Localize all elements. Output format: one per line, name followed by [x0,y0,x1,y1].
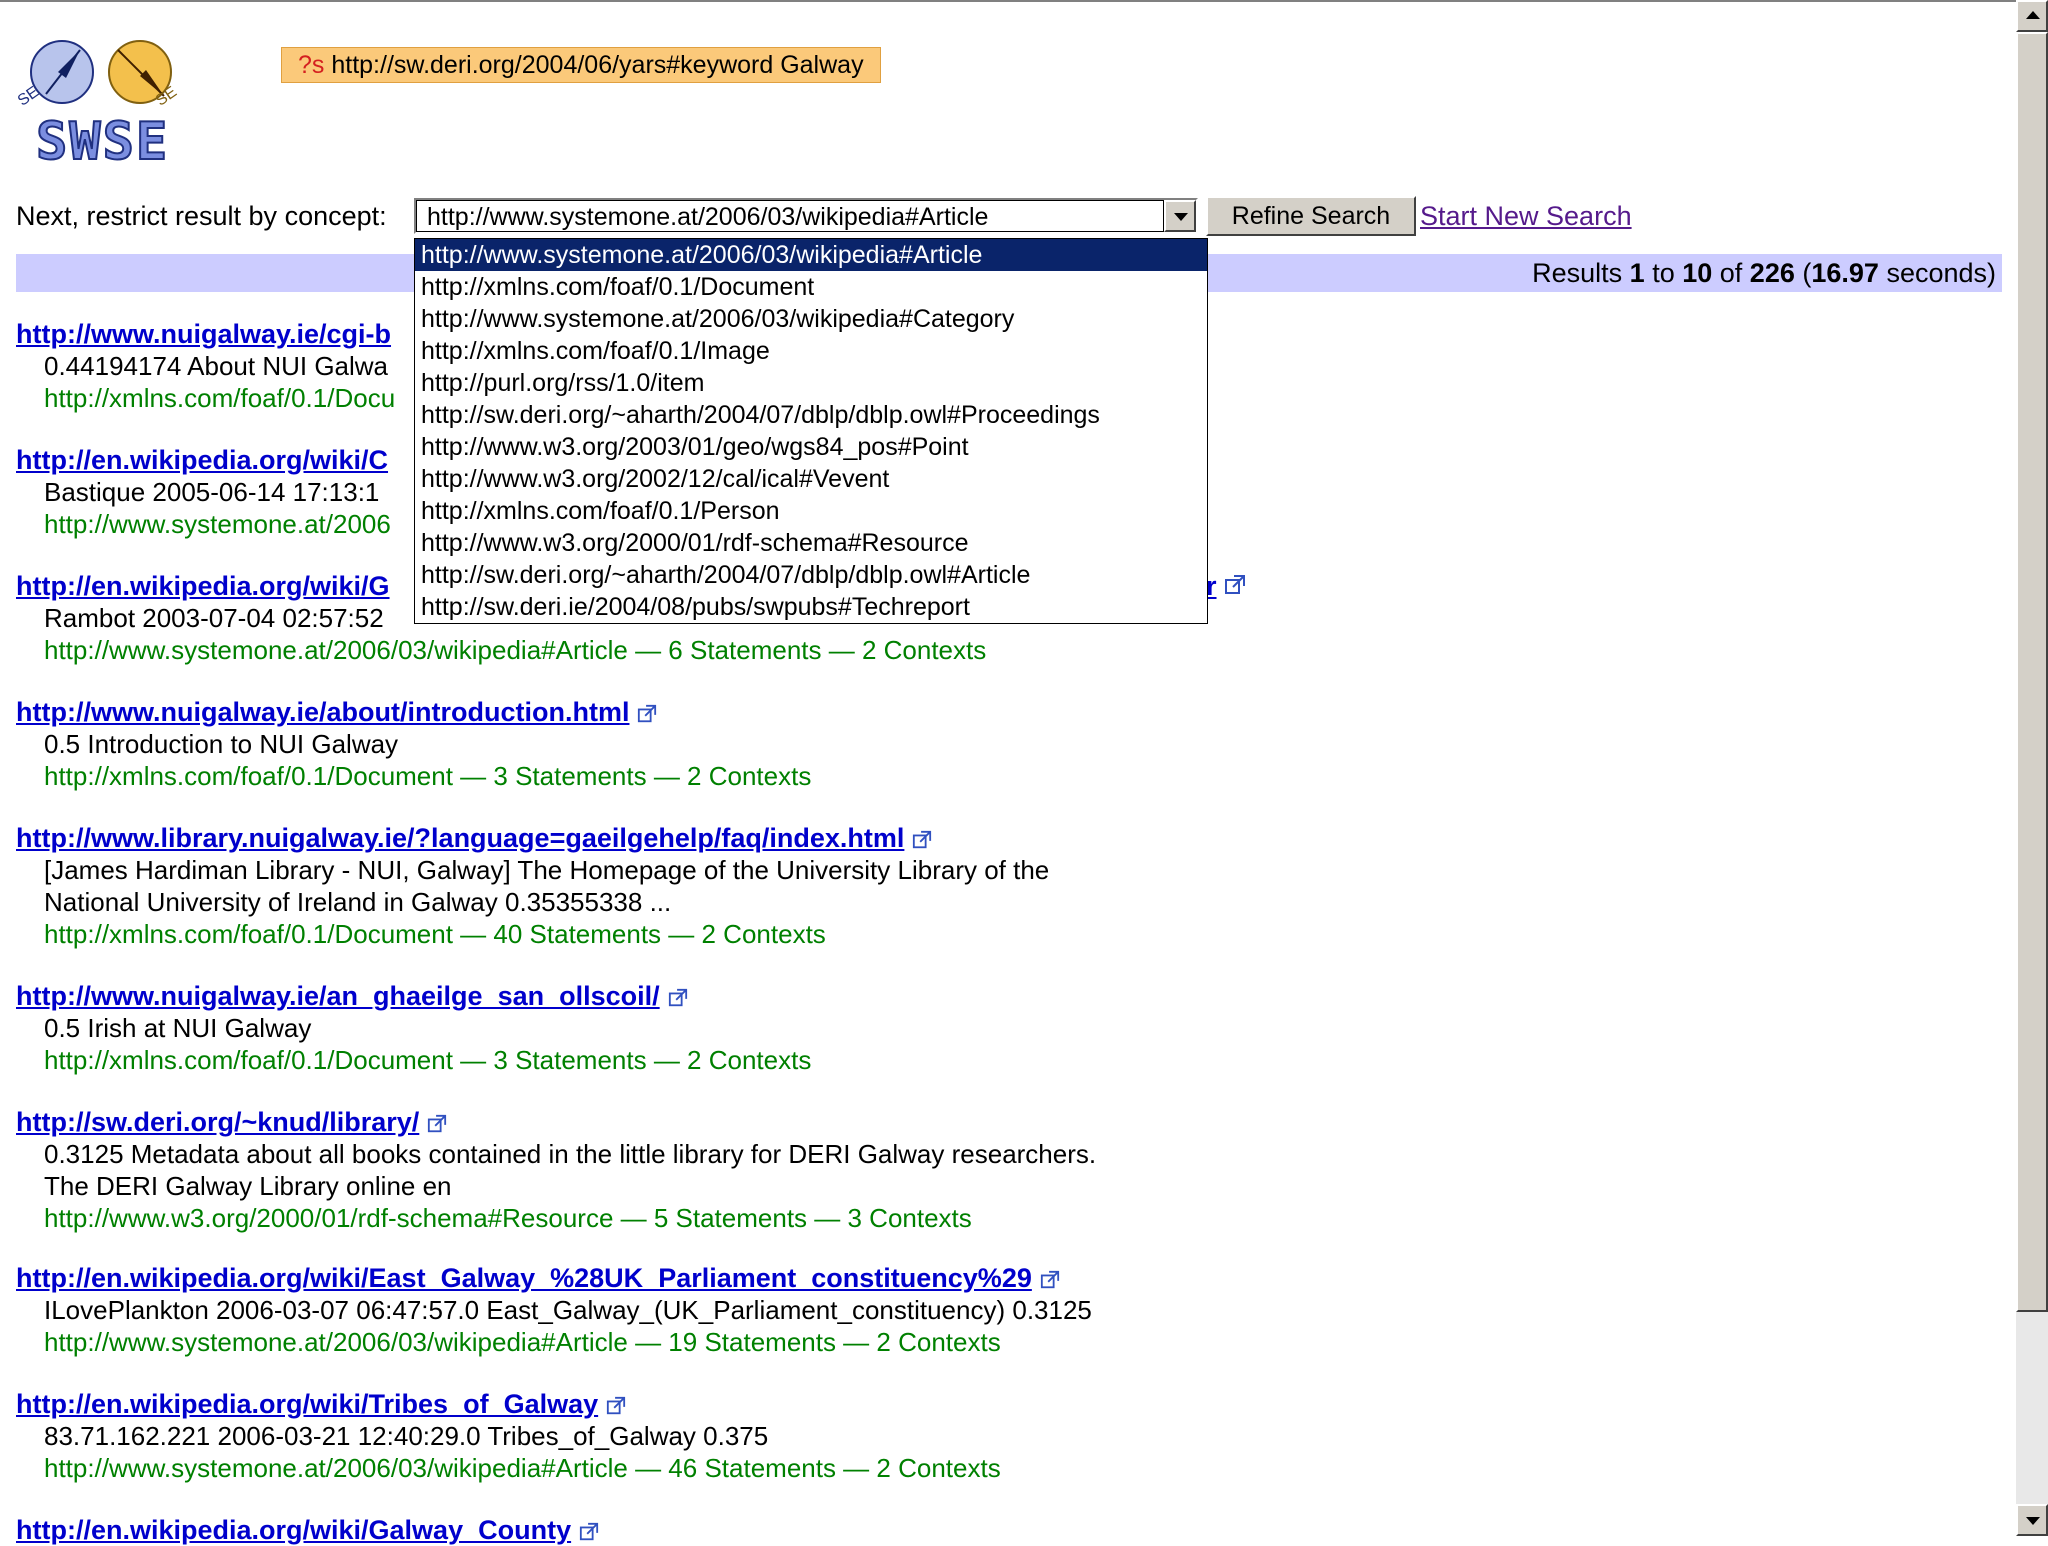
results-seconds: 16.97 [1811,258,1879,288]
concept-select[interactable]: http://www.systemone.at/2006/03/wikipedi… [414,198,1198,234]
result-snippet: 0.5 Introduction to NUI Galway [44,729,399,759]
dropdown-option[interactable]: http://www.w3.org/2003/01/geo/wgs84_pos#… [415,431,1207,463]
result-link[interactable]: http://en.wikipedia.org/wiki/East_Galway… [16,1262,1996,1294]
results-summary: Results 1 to 10 of 226 (16.97 seconds) [1532,256,1996,290]
swse-logo[interactable]: SE SE SWSE [15,38,188,178]
result-meta: http://www.systemone.at/2006/03/wikipedi… [44,635,987,665]
concept-select-value: http://www.systemone.at/2006/03/wikipedi… [427,203,989,231]
logo-text: SWSE [35,111,170,173]
results-suffix: seconds) [1878,258,1996,288]
results-prefix: Results [1532,258,1630,288]
result-snippet: 83.71.162.221 2006-03-21 12:40:29.0 Trib… [44,1421,769,1451]
result-link-text: http://www.nuigalway.ie/an_ghaeilge_san_… [16,981,660,1011]
external-link-icon[interactable] [427,1114,447,1134]
external-link-icon[interactable] [1040,1270,1060,1290]
results-of-word: of [1712,258,1750,288]
result-link-text: http://en.wikipedia.org/wiki/Galway_Coun… [16,1515,572,1545]
result-meta: http://www.systemone.at/2006/03/wikipedi… [44,1327,1001,1357]
result-meta: http://xmlns.com/foaf/0.1/Document — 3 S… [44,761,812,791]
refine-search-button[interactable]: Refine Search [1206,196,1416,236]
results-paren: ( [1794,258,1812,288]
dropdown-option[interactable]: http://sw.deri.org/~aharth/2004/07/dblp/… [415,399,1207,431]
result-item: http://en.wikipedia.org/wiki/East_Galway… [16,1262,1996,1358]
dropdown-option[interactable]: http://xmlns.com/foaf/0.1/Person [415,495,1207,527]
result-link[interactable]: http://www.nuigalway.ie/an_ghaeilge_san_… [16,980,1996,1012]
result-link[interactable]: http://www.library.nuigalway.ie/?languag… [16,822,1996,854]
result-snippet: 0.3125 Metadata about all books containe… [44,1139,1097,1169]
scroll-down-button[interactable] [2016,1504,2048,1536]
result-snippet: ILovePlankton 2006-03-07 06:47:57.0 East… [44,1295,1092,1325]
result-snippet-line2: The DERI Galway Library online en [44,1171,452,1201]
result-snippet: [James Hardiman Library - NUI, Galway] T… [44,855,1050,885]
start-new-search-link[interactable]: Start New Search [1420,199,1632,233]
result-item: http://www.nuigalway.ie/about/introducti… [16,696,1996,792]
dropdown-option[interactable]: http://www.w3.org/2002/12/cal/ical#Veven… [415,463,1207,495]
external-link-icon[interactable] [1224,574,1246,601]
result-meta: http://www.systemone.at/2006/03/wikipedi… [44,1453,1001,1483]
concept-dropdown-list[interactable]: http://www.systemone.at/2006/03/wikipedi… [414,238,1208,624]
result-link-text: http://sw.deri.org/~knud/library/ [16,1107,420,1137]
result-snippet-line2: National University of Ireland in Galway… [44,887,672,917]
result-link[interactable]: http://en.wikipedia.org/wiki/Galway_Coun… [16,1514,1996,1546]
dropdown-option[interactable]: http://www.systemone.at/2006/03/wikipedi… [415,303,1207,335]
result-meta: http://xmlns.com/foaf/0.1/Document — 3 S… [44,1045,812,1075]
query-variable: ?s [298,51,325,79]
results-from: 1 [1629,258,1645,288]
result-item: http://en.wikipedia.org/wiki/Galway_Coun… [16,1514,1996,1546]
external-link-icon[interactable] [637,704,657,724]
concept-select-field[interactable]: http://www.systemone.at/2006/03/wikipedi… [416,200,1164,232]
dropdown-option[interactable]: http://sw.deri.org/~aharth/2004/07/dblp/… [415,559,1207,591]
dropdown-option[interactable]: http://sw.deri.ie/2004/08/pubs/swpubs#Te… [415,591,1207,623]
chevron-down-icon[interactable] [1164,200,1196,232]
dropdown-option[interactable]: http://www.systemone.at/2006/03/wikipedi… [415,239,1207,271]
result-link[interactable]: http://sw.deri.org/~knud/library/ [16,1106,1996,1138]
results-to-word: to [1644,258,1683,288]
dropdown-option[interactable]: http://xmlns.com/foaf/0.1/Document [415,271,1207,303]
result-link[interactable]: http://en.wikipedia.org/wiki/Tribes_of_G… [16,1388,1996,1420]
result-item: http://en.wikipedia.org/wiki/Tribes_of_G… [16,1388,1996,1484]
window-top-border [0,0,2016,2]
result-meta: http://www.w3.org/2000/01/rdf-schema#Res… [44,1203,972,1233]
external-link-icon[interactable] [668,988,688,1008]
external-link-icon[interactable] [606,1396,626,1416]
result-link[interactable]: http://www.nuigalway.ie/about/introducti… [16,696,1996,728]
results-total: 226 [1749,258,1795,288]
vertical-scrollbar[interactable] [2016,0,2048,1536]
result-link-text: http://www.library.nuigalway.ie/?languag… [16,823,905,853]
result-link-text: http://www.nuigalway.ie/about/introducti… [16,697,630,727]
results-to: 10 [1682,258,1713,288]
external-link-icon[interactable] [579,1522,599,1542]
external-link-icon[interactable] [912,830,932,850]
result-link-text: http://en.wikipedia.org/wiki/Tribes_of_G… [16,1389,599,1419]
result-item: http://www.nuigalway.ie/an_ghaeilge_san_… [16,980,1996,1076]
restrict-label: Next, restrict result by concept: [16,201,387,231]
current-query: ?s http://sw.deri.org/2004/06/yars#keywo… [281,47,881,83]
result-item: http://sw.deri.org/~knud/library/ 0.3125… [16,1106,1996,1234]
result-meta: http://xmlns.com/foaf/0.1/Document — 40 … [44,919,826,949]
dropdown-option[interactable]: http://xmlns.com/foaf/0.1/Image [415,335,1207,367]
scrollbar-thumb[interactable] [2016,32,2048,1312]
result-item: http://www.library.nuigalway.ie/?languag… [16,822,1996,950]
result-link-text: http://en.wikipedia.org/wiki/East_Galway… [16,1263,1032,1293]
scroll-up-button[interactable] [2016,0,2048,32]
result-snippet: 0.5 Irish at NUI Galway [44,1013,312,1043]
query-text: http://sw.deri.org/2004/06/yars#keyword … [331,51,864,79]
dropdown-option[interactable]: http://www.w3.org/2000/01/rdf-schema#Res… [415,527,1207,559]
dropdown-option[interactable]: http://purl.org/rss/1.0/item [415,367,1207,399]
